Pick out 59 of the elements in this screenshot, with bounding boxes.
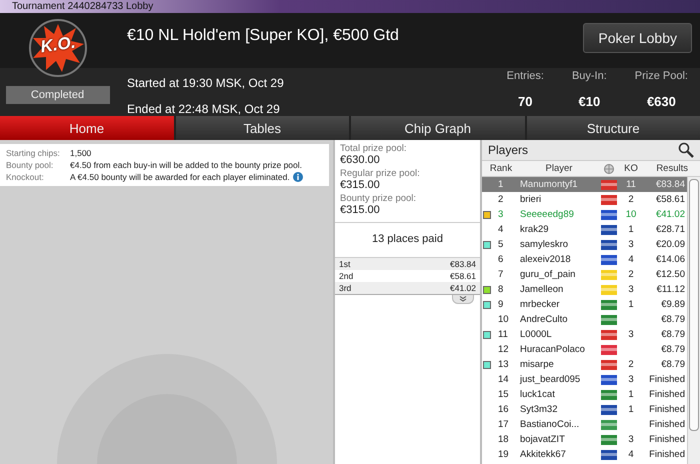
status-badge: Completed <box>6 86 110 104</box>
tournament-name: €10 NL Hold'em [Super KO], €500 Gtd <box>127 27 399 45</box>
stat-label: Entries: <box>506 70 544 82</box>
player-row[interactable]: 15 luck1cat 1 Finished <box>482 387 687 402</box>
stat-value: 70 <box>518 94 533 109</box>
logo-text: K.O. <box>38 32 76 58</box>
payout-place: 2nd <box>339 271 354 281</box>
player-row[interactable]: 9 mrbecker 1 €9.89 <box>482 297 687 312</box>
poker-lobby-button[interactable]: Poker Lobby <box>583 23 692 53</box>
start-time: Started at 19:30 MSK, Oct 29 <box>127 76 284 90</box>
tab[interactable]: Home <box>0 116 174 140</box>
column-header[interactable]: Player <box>520 163 598 174</box>
tab[interactable]: Structure <box>526 116 700 140</box>
player-row[interactable]: 6 alexeiv2018 4 €14.06 <box>482 252 687 267</box>
pool-label: Total prize pool: <box>340 143 408 154</box>
tab[interactable]: Chip Graph <box>351 116 524 140</box>
players-title: Players <box>488 143 528 157</box>
tab[interactable]: Tables <box>176 116 349 140</box>
stat-value: €630 <box>646 94 676 109</box>
pool-label: Bounty prize pool: <box>340 193 418 204</box>
player-row[interactable]: 19 Akkitekk67 4 Finished <box>482 447 687 462</box>
column-header[interactable]: Rank <box>482 163 520 174</box>
payout-place: 1st <box>339 259 350 269</box>
player-row[interactable]: 17 BastianoCoi... Finished <box>482 417 687 432</box>
info-label: Knockout: <box>6 172 45 182</box>
player-row[interactable]: 12 HuracanPolaco €8.79 <box>482 342 687 357</box>
info-value: 1,500 <box>70 148 92 158</box>
payout-amount: €41.02 <box>450 283 476 293</box>
info-label: Starting chips: <box>6 148 61 158</box>
player-row[interactable]: 16 Syt3m32 1 Finished <box>482 402 687 417</box>
player-row[interactable]: 8 Jamelleon 3 €11.12 <box>482 282 687 297</box>
info-value: €4.50 from each buy-in will be added to the bounty prize pool. <box>70 160 302 170</box>
player-row[interactable]: 18 bojavatZIT 3 Finished <box>482 432 687 447</box>
player-row[interactable]: 4 krak29 1 €28.71 <box>482 222 687 237</box>
end-time: Ended at 22:48 MSK, Oct 29 <box>127 102 281 116</box>
player-row[interactable]: 11 L0000L 3 €8.79 <box>482 327 687 342</box>
pool-value: €315.00 <box>340 179 381 191</box>
player-row[interactable]: 3 Seeeeedg89 10 €41.02 <box>482 207 687 222</box>
pool-label: Regular prize pool: <box>340 168 421 179</box>
pool-value: €630.00 <box>340 154 381 166</box>
payout-amount: €83.84 <box>450 259 476 269</box>
player-row[interactable]: 5 samyleskro 3 €20.09 <box>482 237 687 252</box>
player-row[interactable]: 7 guru_of_pain 2 €12.50 <box>482 267 687 282</box>
column-header[interactable]: Results <box>642 163 690 174</box>
column-header[interactable]: KO <box>620 163 642 174</box>
player-row[interactable]: 2 brieri 2 €58.61 <box>482 192 687 207</box>
pool-value: €315.00 <box>340 204 381 216</box>
stat-label: Prize Pool: <box>634 70 688 82</box>
player-row[interactable]: 13 misarpe 2 €8.79 <box>482 357 687 372</box>
stat-value: €10 <box>578 94 600 109</box>
stat-label: Buy-In: <box>572 70 607 82</box>
window-title: Tournament 2440284733 Lobby <box>11 0 154 12</box>
player-row[interactable]: 14 just_beard095 3 Finished <box>482 372 687 387</box>
player-row[interactable]: 10 AndreCulto €8.79 <box>482 312 687 327</box>
player-row[interactable]: 1 Manumontyf1 11 €83.84 <box>482 177 687 192</box>
info-label: Bounty pool: <box>6 160 54 170</box>
payout-place: 3rd <box>339 283 352 293</box>
payout-amount: €58.61 <box>450 271 476 281</box>
info-value: A €4.50 bounty will be awarded for each player eliminated. <box>70 172 290 182</box>
